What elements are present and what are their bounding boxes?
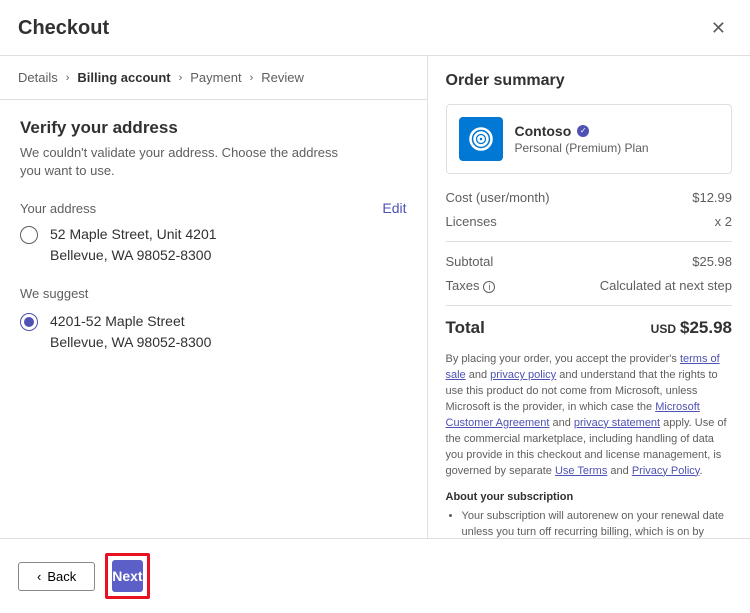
address-line1: 52 Maple Street, Unit 4201 (50, 224, 217, 245)
subtotal-label: Subtotal (446, 254, 494, 269)
divider (446, 305, 733, 306)
highlight-annotation: Next (105, 553, 149, 599)
verified-badge-icon (577, 125, 589, 137)
cost-label: Cost (user/month) (446, 190, 550, 205)
close-button[interactable]: ✕ (705, 14, 732, 43)
radio-icon (20, 226, 38, 244)
privacy-statement-link[interactable]: privacy statement (574, 417, 660, 429)
verify-subtitle: We couldn't validate your address. Choos… (20, 144, 360, 180)
privacy-policy-link[interactable]: privacy policy (490, 369, 556, 381)
next-button[interactable]: Next (112, 560, 142, 592)
chevron-left-icon: ‹ (37, 569, 41, 584)
info-icon[interactable]: i (483, 281, 495, 293)
radio-checked-icon (20, 313, 38, 331)
edit-address-link[interactable]: Edit (382, 200, 406, 216)
address-option-suggested[interactable]: 4201-52 Maple Street Bellevue, WA 98052-… (20, 311, 407, 353)
page-title: Checkout (18, 17, 109, 40)
breadcrumb-billing-account[interactable]: Billing account (77, 70, 170, 85)
address-option-entered[interactable]: 52 Maple Street, Unit 4201 Bellevue, WA … (20, 224, 407, 266)
product-logo-icon (459, 117, 503, 161)
breadcrumb-review[interactable]: Review (261, 70, 304, 85)
total-amount: USD$25.98 (651, 318, 732, 338)
legal-text: By placing your order, you accept the pr… (446, 352, 733, 538)
address-line2: Bellevue, WA 98052-8300 (50, 332, 211, 353)
breadcrumb-payment[interactable]: Payment (190, 70, 241, 85)
close-icon: ✕ (711, 18, 726, 38)
your-address-label: Your address (20, 201, 96, 216)
subtotal-value: $25.98 (692, 254, 732, 269)
chevron-right-icon: › (246, 72, 258, 84)
subscription-bullet-autorenew: Your subscription will autorenew on your… (462, 509, 733, 538)
address-line2: Bellevue, WA 98052-8300 (50, 245, 217, 266)
verify-heading: Verify your address (20, 118, 407, 138)
taxes-label: Taxesi (446, 278, 496, 293)
breadcrumb: Details › Billing account › Payment › Re… (0, 56, 427, 100)
chevron-right-icon: › (175, 72, 187, 84)
cost-value: $12.99 (692, 190, 732, 205)
chevron-right-icon: › (62, 72, 74, 84)
product-plan: Personal (Premium) Plan (515, 141, 649, 155)
we-suggest-label: We suggest (20, 286, 407, 301)
back-button[interactable]: ‹ Back (18, 562, 95, 591)
taxes-value: Calculated at next step (600, 278, 732, 293)
licenses-value: x 2 (715, 214, 732, 229)
licenses-label: Licenses (446, 214, 497, 229)
privacy-policy2-link[interactable]: Privacy Policy (632, 465, 700, 477)
use-terms-link[interactable]: Use Terms (555, 465, 607, 477)
total-label: Total (446, 318, 485, 338)
breadcrumb-details[interactable]: Details (18, 70, 58, 85)
about-subscription-heading: About your subscription (446, 490, 733, 506)
order-summary-heading: Order summary (446, 72, 733, 90)
address-line1: 4201-52 Maple Street (50, 311, 211, 332)
divider (446, 241, 733, 242)
product-card: Contoso Personal (Premium) Plan (446, 104, 733, 174)
product-name: Contoso (515, 123, 572, 139)
